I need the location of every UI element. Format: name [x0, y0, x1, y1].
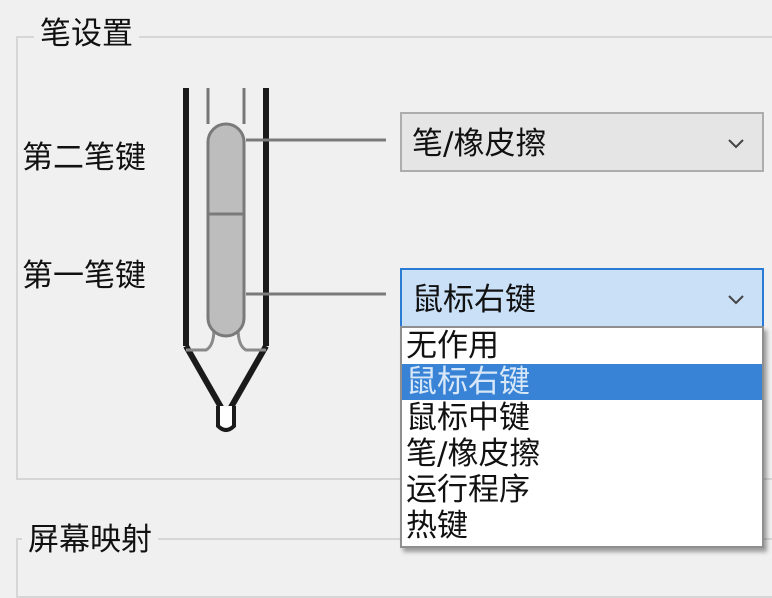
dropdown-option-run-program[interactable]: 运行程序 [402, 472, 762, 508]
dropdown-option-none[interactable]: 无作用 [402, 328, 762, 364]
chevron-down-icon [728, 139, 744, 149]
first-pen-button-dropdown-list: 无作用 鼠标右键 鼠标中键 笔/橡皮擦 运行程序 热键 [400, 326, 764, 548]
dropdown-option-pen-eraser[interactable]: 笔/橡皮擦 [402, 436, 762, 472]
dropdown-option-middle-click[interactable]: 鼠标中键 [402, 400, 762, 436]
first-pen-button-label: 第一笔键 [22, 258, 146, 294]
first-pen-button-value: 鼠标右键 [412, 282, 536, 318]
pen-illustration [183, 88, 386, 432]
screen-mapping-title: 屏幕映射 [22, 520, 158, 560]
dropdown-option-hotkey[interactable]: 热键 [402, 508, 762, 544]
pen-settings-title: 笔设置 [34, 14, 139, 54]
second-pen-button-label: 第二笔键 [22, 140, 146, 176]
first-pen-button-select[interactable]: 鼠标右键 [400, 268, 764, 328]
dropdown-option-right-click[interactable]: 鼠标右键 [402, 364, 762, 400]
chevron-down-icon [728, 295, 744, 305]
second-pen-button-value: 笔/橡皮擦 [412, 126, 547, 162]
second-pen-button-select[interactable]: 笔/橡皮擦 [400, 112, 764, 172]
